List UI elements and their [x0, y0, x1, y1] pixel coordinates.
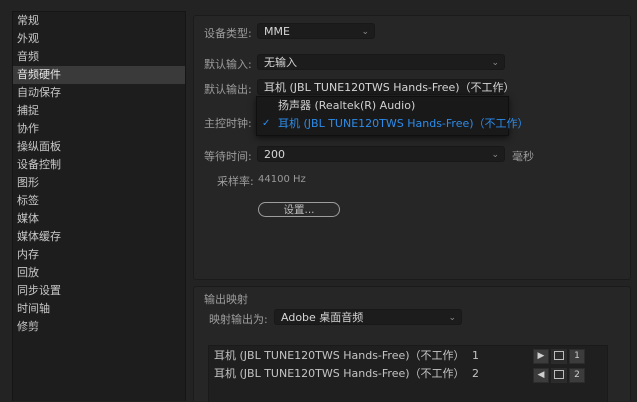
dropdown-option-label: 耳机 (JBL TUNE120TWS Hands-Free)（不工作） [278, 117, 529, 130]
speaker-icon[interactable]: ◀ [533, 368, 549, 383]
sidebar-item-graphics[interactable]: 图形 [13, 174, 185, 192]
map-output-value: Adobe 桌面音频 [281, 311, 364, 324]
sidebar-item-media-cache[interactable]: 媒体缓存 [13, 228, 185, 246]
dropdown-option-headphones[interactable]: ✓ 耳机 (JBL TUNE120TWS Hands-Free)（不工作） [257, 115, 529, 133]
latency-label: 等待时间: [204, 150, 252, 163]
sidebar-item-control-surface[interactable]: 操纵面板 [13, 138, 185, 156]
channel-toggle-button[interactable] [551, 349, 567, 364]
default-input-value: 无输入 [264, 56, 297, 69]
default-output-select[interactable]: 耳机 (JBL TUNE120TWS Hands-Free)（不工作） ⌄ [257, 79, 515, 95]
sidebar-item-labels[interactable]: 标签 [13, 192, 185, 210]
settings-button[interactable]: 设置... [258, 202, 340, 217]
sidebar-item-general[interactable]: 常规 [13, 12, 185, 30]
sidebar-item-device-control[interactable]: 设备控制 [13, 156, 185, 174]
chevron-down-icon: ⌄ [491, 150, 499, 160]
sample-rate-label: 采样率: [217, 175, 254, 188]
list-item[interactable]: 耳机 (JBL TUNE120TWS Hands-Free)（不工作） 2 [214, 365, 479, 383]
default-input-label: 默认输入: [204, 58, 252, 71]
square-icon [554, 351, 564, 360]
sample-rate-value: 44100 Hz [258, 174, 306, 185]
latency-unit: 毫秒 [512, 150, 534, 163]
audio-hardware-panel: 设备类型: MME ⌄ 默认输入: 无输入 ⌄ 默认输出: 耳机 (JBL TU… [193, 15, 631, 280]
sidebar-item-playback[interactable]: 回放 [13, 264, 185, 282]
channel-number: 2 [472, 367, 480, 380]
chevron-down-icon: ⌄ [448, 313, 456, 323]
sidebar-item-media[interactable]: 媒体 [13, 210, 185, 228]
default-output-label: 默认输出: [204, 83, 252, 96]
sidebar-item-capture[interactable]: 捕捉 [13, 102, 185, 120]
latency-select[interactable]: 200 ⌄ [257, 146, 505, 162]
device-class-label: 设备类型: [204, 27, 252, 40]
device-name: 耳机 (JBL TUNE120TWS Hands-Free)（不工作） [214, 367, 465, 380]
sidebar-item-audio-hardware[interactable]: 音频硬件 [13, 66, 185, 84]
dropdown-option-speakers[interactable]: 扬声器 (Realtek(R) Audio) [257, 97, 508, 115]
sidebar-item-timeline[interactable]: 时间轴 [13, 300, 185, 318]
sidebar-item-collaboration[interactable]: 协作 [13, 120, 185, 138]
sidebar-item-memory[interactable]: 内存 [13, 246, 185, 264]
channel-toggle-button[interactable] [551, 368, 567, 383]
map-output-select[interactable]: Adobe 桌面音频 ⌄ [274, 309, 462, 325]
chevron-down-icon: ⌄ [491, 58, 499, 68]
default-output-value: 耳机 (JBL TUNE120TWS Hands-Free)（不工作） [264, 81, 515, 94]
latency-value: 200 [264, 148, 285, 161]
list-item[interactable]: 耳机 (JBL TUNE120TWS Hands-Free)（不工作） 1 [214, 347, 479, 365]
dropdown-option-label: 扬声器 (Realtek(R) Audio) [278, 99, 416, 112]
play-icon[interactable]: ▶ [533, 349, 549, 364]
device-class-value: MME [264, 25, 290, 38]
output-mapping-panel: 输出映射 映射输出为: Adobe 桌面音频 ⌄ 耳机 (JBL TUNE120… [193, 286, 631, 402]
device-channel-list: 耳机 (JBL TUNE120TWS Hands-Free)（不工作） 1 耳机… [208, 345, 608, 402]
sidebar-item-sync-settings[interactable]: 同步设置 [13, 282, 185, 300]
channel-number: 1 [472, 349, 480, 362]
chevron-down-icon: ⌄ [491, 83, 499, 93]
master-clock-label: 主控时钟: [204, 117, 252, 130]
square-icon [554, 370, 564, 379]
preferences-sidebar: 常规 外观 音频 音频硬件 自动保存 捕捉 协作 操纵面板 设备控制 图形 标签… [12, 11, 186, 401]
device-class-select[interactable]: MME ⌄ [257, 23, 375, 39]
map-output-label: 映射输出为: [209, 313, 268, 326]
sidebar-item-appearance[interactable]: 外观 [13, 30, 185, 48]
sidebar-item-audio[interactable]: 音频 [13, 48, 185, 66]
channel-number-button[interactable]: 2 [569, 368, 585, 383]
device-name: 耳机 (JBL TUNE120TWS Hands-Free)（不工作） [214, 349, 465, 362]
output-mapping-title: 输出映射 [204, 293, 248, 306]
default-input-select[interactable]: 无输入 ⌄ [257, 54, 505, 70]
chevron-down-icon: ⌄ [361, 27, 369, 37]
sidebar-item-trim[interactable]: 修剪 [13, 318, 185, 336]
output-device-dropdown: 扬声器 (Realtek(R) Audio) ✓ 耳机 (JBL TUNE120… [256, 96, 529, 136]
sidebar-item-auto-save[interactable]: 自动保存 [13, 84, 185, 102]
channel-number-button[interactable]: 1 [569, 349, 585, 364]
checkmark-icon: ✓ [262, 118, 271, 129]
